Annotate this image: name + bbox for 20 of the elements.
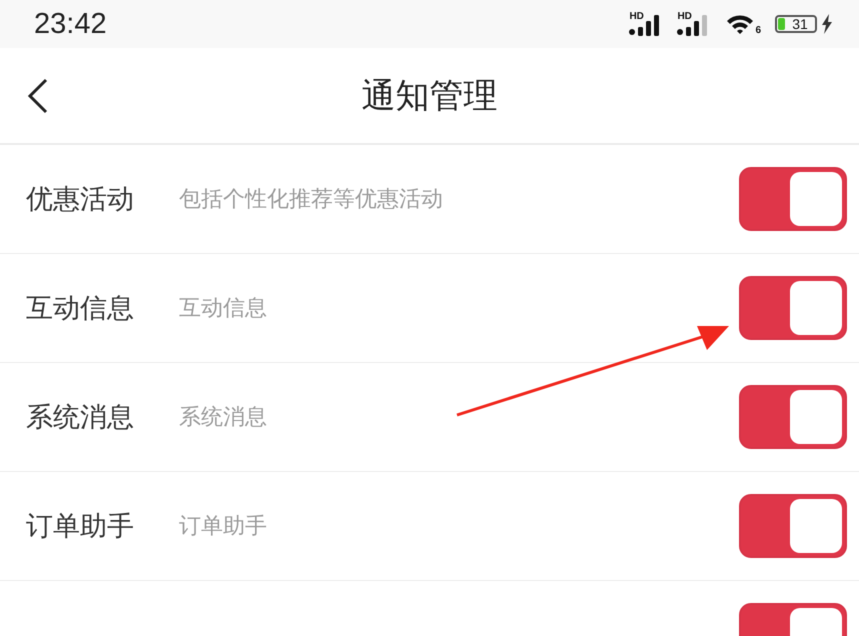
network-label: HD <box>629 12 644 22</box>
setting-name: 订单助手 <box>26 510 135 544</box>
wifi-label: 6 <box>755 26 761 36</box>
battery-icon: 31 <box>775 15 817 33</box>
setting-description: 订单助手 <box>179 513 268 541</box>
setting-description: 互动信息 <box>179 295 268 323</box>
page-title: 通知管理 <box>362 74 498 118</box>
status-time: 23:42 <box>34 8 107 40</box>
setting-name: 互动信息 <box>26 292 135 326</box>
toggle-switch[interactable] <box>739 494 847 558</box>
network-label: HD <box>677 12 692 22</box>
setting-name: 系统消息 <box>26 401 135 435</box>
lightning-icon <box>821 14 833 34</box>
toggle-switch[interactable] <box>739 385 847 449</box>
setting-description: 包括个性化推荐等优惠活动 <box>179 186 444 214</box>
setting-description: 系统消息 <box>179 404 268 432</box>
toggle-switch[interactable] <box>739 167 847 231</box>
back-icon[interactable] <box>26 78 50 114</box>
setting-name: 优惠活动 <box>26 183 135 217</box>
toggle-switch[interactable] <box>739 276 847 340</box>
